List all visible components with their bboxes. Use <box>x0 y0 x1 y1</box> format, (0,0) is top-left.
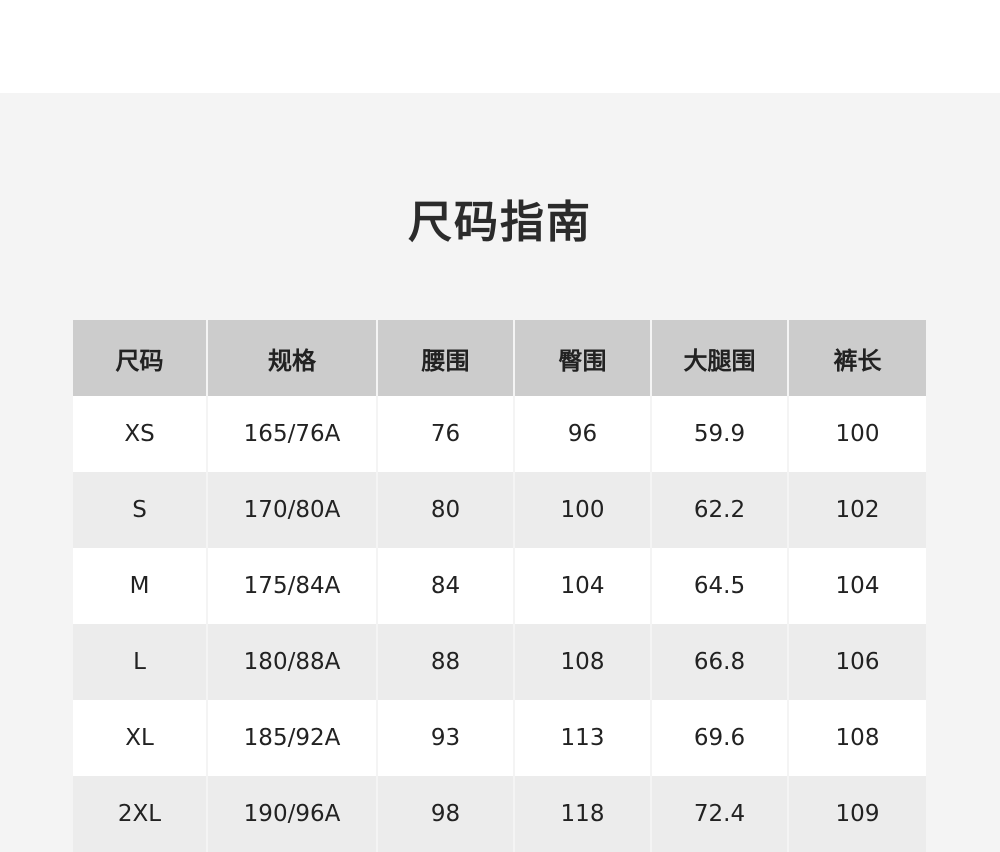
size-guide-panel: 尺码指南 尺码 规格 腰围 臀围 大腿围 裤长 XS 165/76A 76 96… <box>0 93 1000 852</box>
table-cell: 108 <box>789 700 926 776</box>
table-cell: 80 <box>378 472 515 548</box>
table-row: M 175/84A 84 104 64.5 104 <box>73 548 926 624</box>
table-cell: S <box>73 472 208 548</box>
table-cell: L <box>73 624 208 700</box>
table-cell: 165/76A <box>208 396 378 472</box>
table-cell: 88 <box>378 624 515 700</box>
top-band <box>0 0 1000 93</box>
table-cell: 59.9 <box>652 396 789 472</box>
header-cell-spec: 规格 <box>208 320 378 396</box>
table-cell: 109 <box>789 776 926 852</box>
header-cell-length: 裤长 <box>789 320 926 396</box>
table-cell: XS <box>73 396 208 472</box>
table-cell: 100 <box>515 472 652 548</box>
table-cell: 175/84A <box>208 548 378 624</box>
table-cell: 106 <box>789 624 926 700</box>
table-header-row: 尺码 规格 腰围 臀围 大腿围 裤长 <box>73 320 926 396</box>
table-cell: 108 <box>515 624 652 700</box>
table-cell: 2XL <box>73 776 208 852</box>
table-cell: 100 <box>789 396 926 472</box>
table-cell: 64.5 <box>652 548 789 624</box>
table-cell: 66.8 <box>652 624 789 700</box>
table-cell: 62.2 <box>652 472 789 548</box>
table-cell: 113 <box>515 700 652 776</box>
table-cell: M <box>73 548 208 624</box>
header-cell-hip: 臀围 <box>515 320 652 396</box>
table-row: L 180/88A 88 108 66.8 106 <box>73 624 926 700</box>
table-cell: XL <box>73 700 208 776</box>
table-cell: 190/96A <box>208 776 378 852</box>
table-cell: 72.4 <box>652 776 789 852</box>
table-cell: 104 <box>515 548 652 624</box>
table-cell: 180/88A <box>208 624 378 700</box>
table-cell: 118 <box>515 776 652 852</box>
table-cell: 93 <box>378 700 515 776</box>
table-row: S 170/80A 80 100 62.2 102 <box>73 472 926 548</box>
size-table: 尺码 规格 腰围 臀围 大腿围 裤长 XS 165/76A 76 96 59.9… <box>73 320 926 852</box>
header-cell-waist: 腰围 <box>378 320 515 396</box>
table-row: 2XL 190/96A 98 118 72.4 109 <box>73 776 926 852</box>
table-row: XL 185/92A 93 113 69.6 108 <box>73 700 926 776</box>
page-title: 尺码指南 <box>408 197 592 248</box>
table-cell: 104 <box>789 548 926 624</box>
table-row: XS 165/76A 76 96 59.9 100 <box>73 396 926 472</box>
table-cell: 84 <box>378 548 515 624</box>
table-cell: 69.6 <box>652 700 789 776</box>
table-cell: 98 <box>378 776 515 852</box>
table-cell: 76 <box>378 396 515 472</box>
table-cell: 170/80A <box>208 472 378 548</box>
table-cell: 185/92A <box>208 700 378 776</box>
table-cell: 96 <box>515 396 652 472</box>
header-cell-size: 尺码 <box>73 320 208 396</box>
table-cell: 102 <box>789 472 926 548</box>
header-cell-thigh: 大腿围 <box>652 320 789 396</box>
